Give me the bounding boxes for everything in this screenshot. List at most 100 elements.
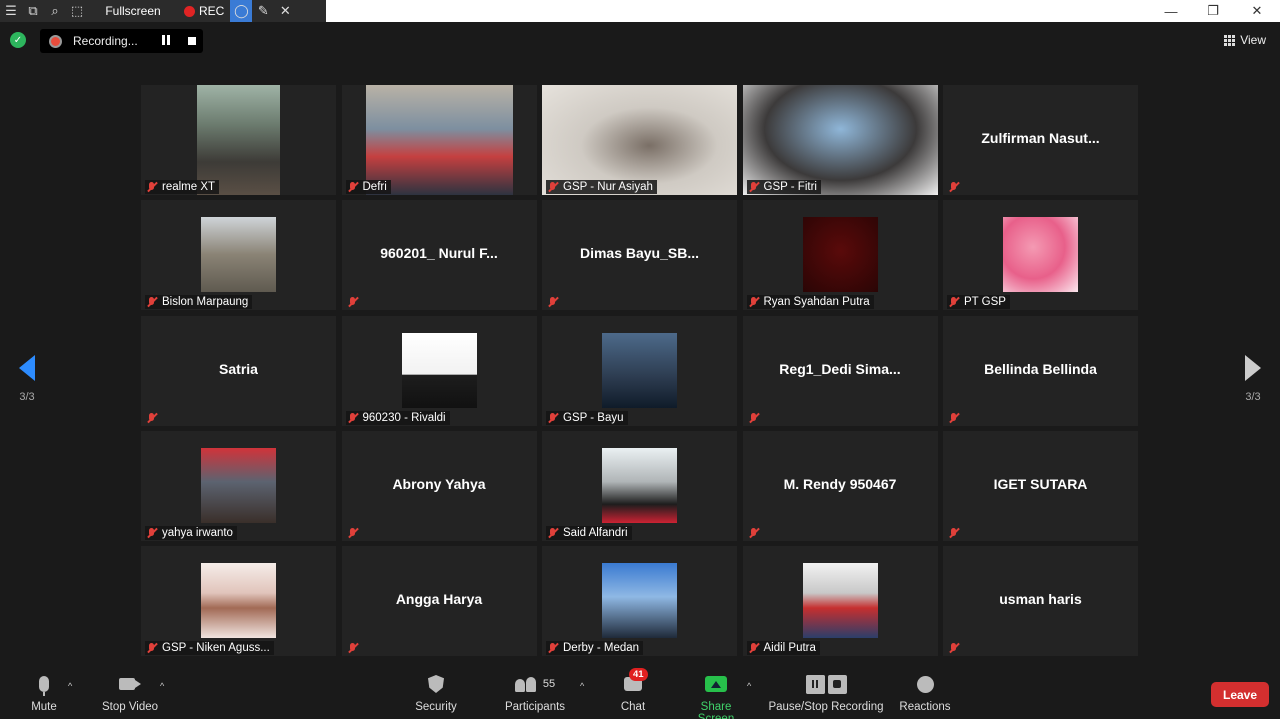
participant-tile[interactable]: Derby - Medan — [542, 546, 737, 656]
participant-tile[interactable]: Abrony Yahya — [341, 430, 537, 541]
participant-tile[interactable]: Bislon Marpaung — [141, 200, 336, 311]
pause-stop-recording-label: Pause/Stop Recording — [768, 701, 884, 713]
webcam-icon[interactable]: ◯ — [230, 0, 253, 22]
restore-icon[interactable]: ❐ — [1190, 0, 1236, 22]
participant-tile[interactable]: IGET SUTARA — [943, 430, 1138, 541]
participant-tile[interactable]: Ryan Syahdan Putra — [742, 200, 938, 311]
microphone-muted-icon — [145, 180, 159, 194]
share-screen-button[interactable]: Share Screen — [682, 673, 750, 719]
zoom-meeting-window: ☰ ⧉ ⌕ ⬚ Fullscreen REC ◯ ✎ ✕ — ❐ ✕ ✓ Rec… — [0, 0, 1280, 719]
participant-tile[interactable]: Reg1_Dedi Sima... — [742, 315, 938, 426]
participant-tile[interactable]: yahya irwanto — [141, 430, 336, 541]
microphone-muted-icon — [747, 411, 761, 425]
participant-tile[interactable]: Bellinda Bellinda — [943, 315, 1138, 426]
video-options-chevron-icon[interactable]: ^ — [160, 681, 164, 691]
participant-name-label: yahya irwanto — [145, 525, 237, 540]
participant-display-name: Abrony Yahya — [392, 475, 486, 492]
microphone-muted-icon — [346, 295, 360, 309]
participant-tile[interactable]: Said Alfandri — [542, 430, 737, 541]
participant-tile[interactable]: Defri — [341, 85, 537, 195]
participant-name-label — [947, 180, 968, 194]
participant-name: realme XT — [162, 181, 216, 193]
minimize-icon[interactable]: — — [1148, 0, 1194, 22]
participant-name: GSP - Niken Aguss... — [162, 642, 270, 654]
participant-display-name: Zulfirman Nasut... — [981, 130, 1100, 146]
chat-button[interactable]: 41 Chat — [617, 668, 649, 713]
mute-button[interactable]: Mute — [26, 673, 62, 713]
stop-recording-icon[interactable] — [188, 37, 196, 45]
menu-icon[interactable]: ☰ — [0, 0, 22, 22]
participant-name-label: Aidil Putra — [746, 641, 820, 655]
microphone-muted-icon — [546, 411, 560, 425]
participant-display-name: 960201_ Nurul F... — [380, 245, 498, 262]
region-search-icon[interactable]: ⌕ — [44, 0, 66, 22]
participant-name-label: realme XT — [145, 180, 220, 194]
pen-icon[interactable]: ✎ — [252, 0, 274, 22]
microphone-muted-icon — [747, 295, 761, 309]
reactions-label: Reactions — [899, 701, 951, 713]
participant-name-label — [947, 526, 968, 540]
arrow-right-icon — [1245, 355, 1261, 381]
participant-tile[interactable]: Satria — [141, 315, 336, 426]
window-capture-icon[interactable]: ⧉ — [22, 0, 44, 22]
reactions-button[interactable]: Reactions — [898, 673, 952, 713]
participant-display-name: M. Rendy 950467 — [783, 475, 897, 492]
microphone-muted-icon — [947, 180, 961, 194]
participant-tile[interactable]: Zulfirman Nasut... — [943, 85, 1138, 195]
participant-name-label: Defri — [345, 180, 391, 194]
encryption-shield-icon[interactable]: ✓ — [10, 32, 26, 48]
audio-options-chevron-icon[interactable]: ^ — [68, 681, 72, 691]
next-page-button[interactable]: 3/3 — [1238, 355, 1268, 403]
participant-tile[interactable]: Angga Harya — [341, 546, 537, 656]
participant-tile[interactable]: GSP - Niken Aguss... — [141, 546, 336, 656]
participant-name: Bislon Marpaung — [162, 296, 249, 309]
share-screen-icon — [705, 676, 727, 692]
microphone-muted-icon — [346, 526, 360, 540]
view-button[interactable]: View — [1224, 33, 1266, 47]
close-window-icon[interactable]: ✕ — [1234, 0, 1280, 22]
participant-tile[interactable]: 960201_ Nurul F... — [341, 200, 537, 311]
participant-tile[interactable]: 960230 - Rivaldi — [341, 315, 537, 426]
participant-tile[interactable]: M. Rendy 950467 — [742, 430, 938, 541]
participants-options-chevron-icon[interactable]: ^ — [580, 681, 584, 691]
leave-button[interactable]: Leave — [1211, 682, 1269, 707]
participant-tile[interactable]: GSP - Bayu — [542, 315, 737, 426]
participant-tile[interactable]: realme XT — [141, 85, 336, 195]
participant-name-label — [747, 526, 768, 540]
participant-tile[interactable]: GSP - Fitri — [742, 85, 938, 195]
participant-tile[interactable]: Aidil Putra — [742, 546, 938, 656]
participant-tile[interactable]: usman haris — [943, 546, 1138, 656]
microphone-muted-icon — [947, 411, 961, 425]
close-toolbar-icon[interactable]: ✕ — [274, 0, 296, 22]
microphone-muted-icon — [546, 526, 560, 540]
gallery-view: realme XT Defri GSP - Nur Asiyah GSP - Fitr… — [141, 85, 1139, 656]
participant-profile-picture — [602, 447, 677, 523]
previous-page-button[interactable]: 3/3 — [12, 355, 42, 403]
security-button[interactable]: Security — [412, 673, 460, 713]
microphone-muted-icon — [546, 641, 560, 655]
participant-name-label — [947, 411, 968, 425]
microphone-muted-icon — [747, 641, 761, 655]
crop-icon[interactable]: ⬚ — [66, 0, 88, 22]
microphone-muted-icon — [546, 180, 560, 194]
participant-tile[interactable]: PT GSP — [943, 200, 1138, 311]
participant-profile-picture — [602, 563, 677, 638]
microphone-muted-icon — [947, 526, 961, 540]
share-options-chevron-icon[interactable]: ^ — [747, 681, 751, 691]
microphone-muted-icon — [346, 180, 360, 194]
participant-name: GSP - Fitri — [763, 181, 817, 193]
pause-stop-recording-button[interactable]: Pause/Stop Recording — [768, 673, 884, 713]
participant-tile[interactable]: GSP - Nur Asiyah — [542, 85, 737, 195]
fullscreen-button[interactable]: Fullscreen — [88, 4, 178, 18]
participant-tile[interactable]: Dimas Bayu_SB... — [542, 200, 737, 311]
participants-button[interactable]: 55 Participants — [502, 673, 568, 713]
rec-button[interactable]: REC — [178, 4, 230, 18]
pause-recording-icon[interactable] — [162, 35, 170, 45]
microphone-muted-icon — [145, 295, 159, 309]
participant-name-label — [346, 526, 367, 540]
stop-video-button[interactable]: Stop Video — [98, 673, 162, 713]
chat-unread-badge: 41 — [629, 668, 648, 681]
participants-count: 55 — [542, 678, 556, 690]
participant-name-label: GSP - Bayu — [546, 410, 628, 425]
stop-video-label: Stop Video — [101, 701, 159, 713]
